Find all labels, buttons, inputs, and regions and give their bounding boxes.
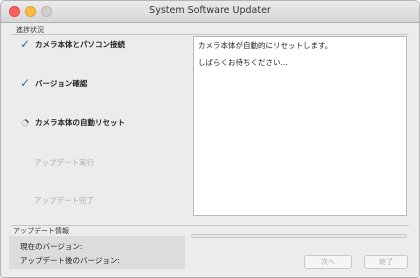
next-button[interactable]: 次へ [304,255,352,269]
checkmark-icon: ✓ [19,76,31,90]
update-info-divider [11,225,409,226]
checkmark-icon: ✓ [19,37,31,51]
step-label: アップデート実行 [34,158,94,167]
progress-section-divider [11,34,409,35]
spinner-icon [21,119,29,127]
update-info-panel: 現在のバージョン: アップデート後のバージョン: [9,236,185,269]
step-version-check: ✓ バージョン確認 [19,76,189,92]
step-label: バージョン確認 [35,79,88,88]
update-info-label: アップデート情報 [13,227,69,235]
title-bar[interactable]: System Software Updater [1,1,419,23]
current-version-label: 現在のバージョン: [20,242,83,251]
finish-button[interactable]: 終了 [364,255,408,269]
updater-window: System Software Updater 進捗状況 ✓ カメラ本体とパソコ… [0,0,420,278]
status-message-box[interactable]: カメラ本体が自動的にリセットします。 しばらくお待ちください… [193,36,407,216]
after-update-version-label: アップデート後のバージョン: [20,256,120,265]
step-update-complete: アップデート完了 [19,195,189,209]
step-label: アップデート完了 [34,196,94,205]
step-camera-auto-reset: カメラ本体の自動リセット [19,117,189,131]
step-update-execution: アップデート実行 [19,157,189,171]
step-camera-pc-connection: ✓ カメラ本体とパソコン接続 [19,37,189,53]
status-message-line: しばらくお待ちください… [198,58,288,67]
step-label: カメラ本体の自動リセット [35,118,125,127]
step-label: カメラ本体とパソコン接続 [35,40,125,49]
status-message-line: カメラ本体が自動的にリセットします。 [198,41,333,50]
window-title: System Software Updater [149,5,271,16]
update-progress-bar [191,234,407,238]
